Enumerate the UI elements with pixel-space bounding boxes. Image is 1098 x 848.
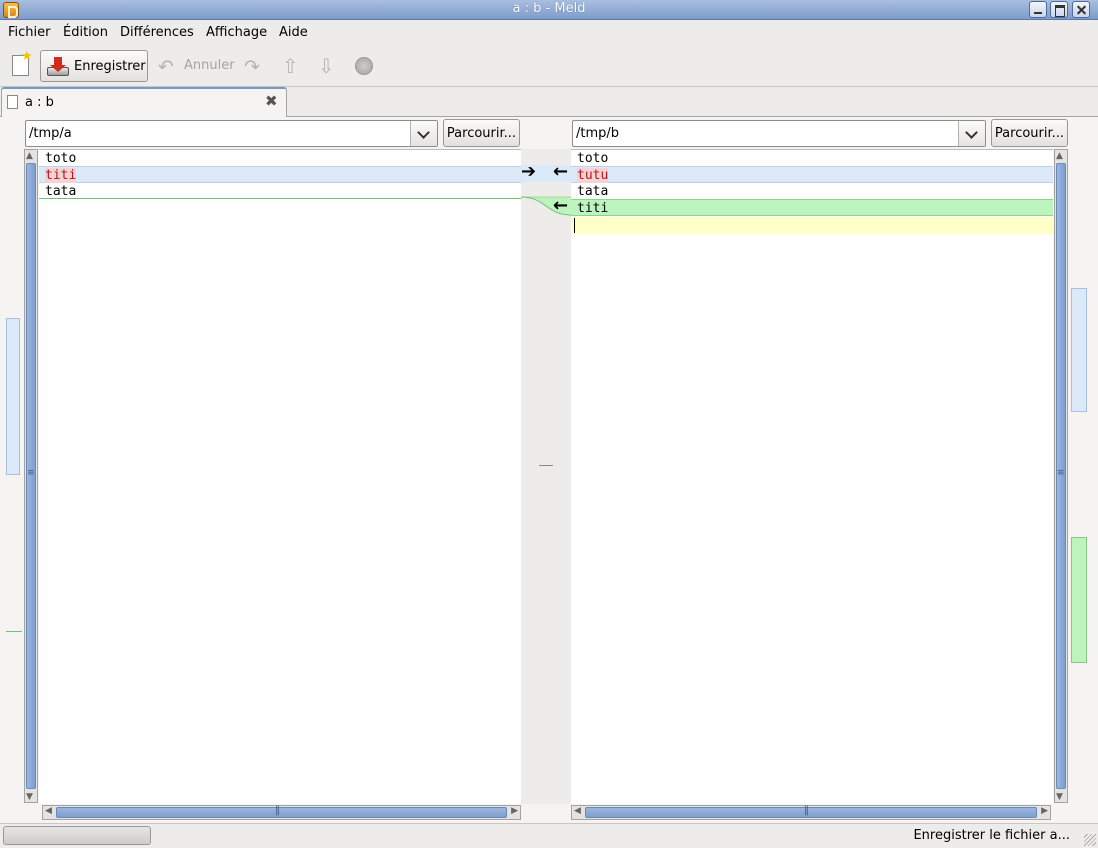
menu-aide[interactable]: Aide [279,25,308,40]
right-line-2-changed[interactable]: tutu [571,166,1053,183]
scroll-left-icon[interactable]: ◀ [45,806,52,816]
new-comparison-button[interactable] [8,49,34,82]
undo-button[interactable]: ↶ Annuler [156,50,236,82]
status-bar: Enregistrer le fichier a... [0,823,1098,848]
left-browse-button[interactable]: Parcourir... [443,119,520,147]
grip-icon: ≡ [1057,468,1065,478]
save-icon [47,57,69,76]
redo-icon: ↷ [244,56,260,78]
link-map: ➔ ← ← [521,149,571,804]
left-text-editor[interactable]: toto titi tata [39,149,521,804]
grip-icon: ‖ [275,805,280,816]
grip-icon: ‖ [804,805,809,816]
right-line-1[interactable]: toto [571,150,1053,167]
menu-differences[interactable]: Différences [120,25,194,40]
left-vertical-scrollbar[interactable]: ▲ ≡ ▼ [24,149,38,803]
right-path-value: /tmp/b [576,126,620,141]
scrollbar-thumb[interactable] [585,807,1037,818]
scroll-right-icon[interactable]: ▶ [1041,806,1048,816]
previous-change-button[interactable]: ⇧ [280,50,304,82]
changed-text: tutu [577,168,609,183]
left-overview-change-marker[interactable] [6,318,20,475]
status-text: Enregistrer le fichier a... [913,828,1070,843]
scroll-up-icon[interactable]: ▲ [26,151,33,161]
grip-icon: ≡ [27,468,35,478]
chevron-down-icon[interactable] [410,121,437,146]
menu-edition[interactable]: Édition [63,25,108,40]
progress-bar [3,826,151,845]
resize-grip-icon[interactable] [1084,834,1096,846]
tab-a-b[interactable]: a : b ✖ [1,87,287,117]
new-document-icon [12,49,33,76]
left-path-combo[interactable]: /tmp/a [25,120,438,147]
right-overview-insert-marker[interactable] [1071,537,1087,663]
undo-icon: ↶ [158,56,174,78]
link-map-center-marker [539,465,553,466]
push-left-insert-arrow-icon[interactable]: ← [553,197,568,215]
left-insert-marker [39,198,521,199]
save-label: Enregistrer [74,59,146,74]
previous-change-icon: ⇧ [282,54,299,78]
scroll-right-icon[interactable]: ▶ [511,806,518,816]
line-text: tata [45,184,77,199]
stop-button[interactable] [352,50,376,82]
save-button[interactable]: Enregistrer [40,50,148,82]
toolbar: Enregistrer ↶ Annuler ↷ ⇧ ⇩ [0,45,1098,87]
right-path-combo[interactable]: /tmp/b [572,120,986,147]
tab-label: a : b [25,95,54,110]
scrollbar-thumb[interactable] [56,807,507,818]
menu-fichier[interactable]: Fichier [8,25,51,40]
document-icon [7,95,18,109]
redo-button[interactable]: ↷ [244,50,268,82]
maximize-button[interactable] [1050,1,1068,18]
left-line-2-changed[interactable]: titi [39,166,521,183]
left-horizontal-scrollbar[interactable]: ◀ ‖ ▶ [42,805,521,820]
menu-affichage[interactable]: Affichage [206,25,267,40]
next-change-icon: ⇩ [318,54,335,78]
undo-label: Annuler [184,58,235,73]
right-browse-button[interactable]: Parcourir... [991,119,1068,147]
scroll-left-icon[interactable]: ◀ [574,806,581,816]
close-tab-icon[interactable]: ✖ [265,92,278,110]
right-line-3[interactable]: tata [571,183,1053,200]
push-left-arrow-icon[interactable]: ← [553,163,568,181]
window-title: a : b - Meld [512,1,586,16]
left-path-value: /tmp/a [29,126,72,141]
right-vertical-scrollbar[interactable]: ▲ ≡ ▼ [1054,149,1068,803]
line-text: toto [45,151,77,166]
menu-bar: Fichier Édition Différences Affichage Ai… [0,21,1098,45]
scroll-down-icon[interactable]: ▼ [26,792,33,802]
right-text-editor[interactable]: toto tutu tata titi [571,149,1053,804]
minimize-button[interactable] [1029,1,1047,18]
stop-icon [355,57,373,75]
line-text: tata [577,184,609,199]
next-change-button[interactable]: ⇩ [316,50,340,82]
changed-text: titi [45,168,77,183]
right-overview-change-marker[interactable] [1071,288,1087,412]
left-line-1[interactable]: toto [39,150,521,167]
title-bar: a : b - Meld [0,0,1098,20]
push-right-arrow-icon[interactable]: ➔ [521,163,536,181]
right-line-4-inserted[interactable]: titi [571,199,1053,216]
inserted-text: titi [577,201,609,216]
line-text: toto [577,151,609,166]
right-line-5-current[interactable] [571,217,1053,234]
right-horizontal-scrollbar[interactable]: ◀ ‖ ▶ [571,805,1051,820]
scroll-down-icon[interactable]: ▼ [1056,792,1063,802]
left-overview-insert-marker [6,631,22,632]
scroll-up-icon[interactable]: ▲ [1056,151,1063,161]
chevron-down-icon[interactable] [958,121,985,146]
text-caret [574,218,575,233]
close-window-button[interactable] [1072,1,1090,18]
